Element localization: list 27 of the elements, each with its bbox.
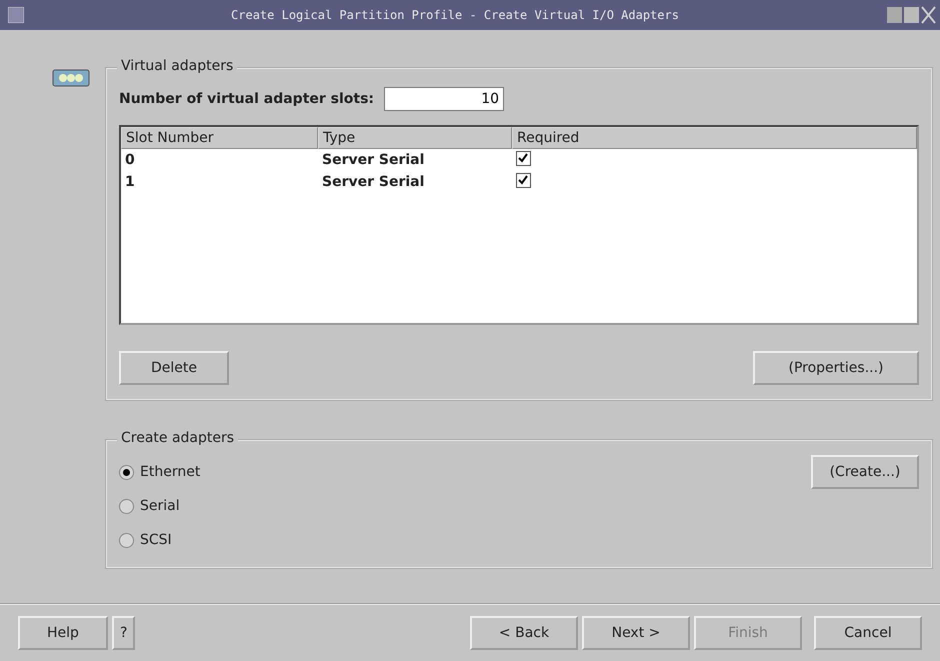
next-button[interactable]: Next >	[582, 616, 690, 650]
radio-option[interactable]: Ethernet	[119, 455, 200, 489]
create-button[interactable]: (Create...)	[811, 455, 919, 489]
table-cell-text: 0	[124, 152, 136, 168]
adapter-card-icon	[52, 68, 90, 88]
window-controls-icon[interactable]	[886, 6, 936, 24]
properties-button[interactable]: (Properties...)	[753, 351, 919, 385]
table-cell-text: Server Serial	[321, 174, 426, 190]
radio-option[interactable]: Serial	[119, 489, 200, 523]
column-header[interactable]: Required	[512, 127, 917, 149]
help-button[interactable]: Help	[18, 616, 108, 650]
slots-label: Number of virtual adapter slots:	[119, 91, 374, 107]
group-title: Virtual adapters	[117, 58, 238, 74]
column-header[interactable]: Type	[318, 127, 512, 149]
column-header[interactable]: Slot Number	[121, 127, 318, 149]
slots-field[interactable]: 10	[384, 87, 504, 111]
radio-option[interactable]: SCSI	[119, 523, 200, 557]
help-question-button[interactable]: ?	[112, 616, 136, 650]
group-title: Create adapters	[117, 430, 238, 446]
cancel-button[interactable]: Cancel	[814, 616, 922, 650]
back-button[interactable]: < Back	[470, 616, 578, 650]
table-cell-text: 1	[124, 174, 136, 190]
checkbox[interactable]	[516, 172, 531, 188]
checkbox[interactable]	[516, 150, 531, 166]
delete-button[interactable]: Delete	[119, 351, 229, 385]
table-cell-text: Server Serial	[321, 152, 426, 168]
window-title: Create Logical Partition Profile - Create Virtual I/O Adapters	[230, 8, 680, 22]
